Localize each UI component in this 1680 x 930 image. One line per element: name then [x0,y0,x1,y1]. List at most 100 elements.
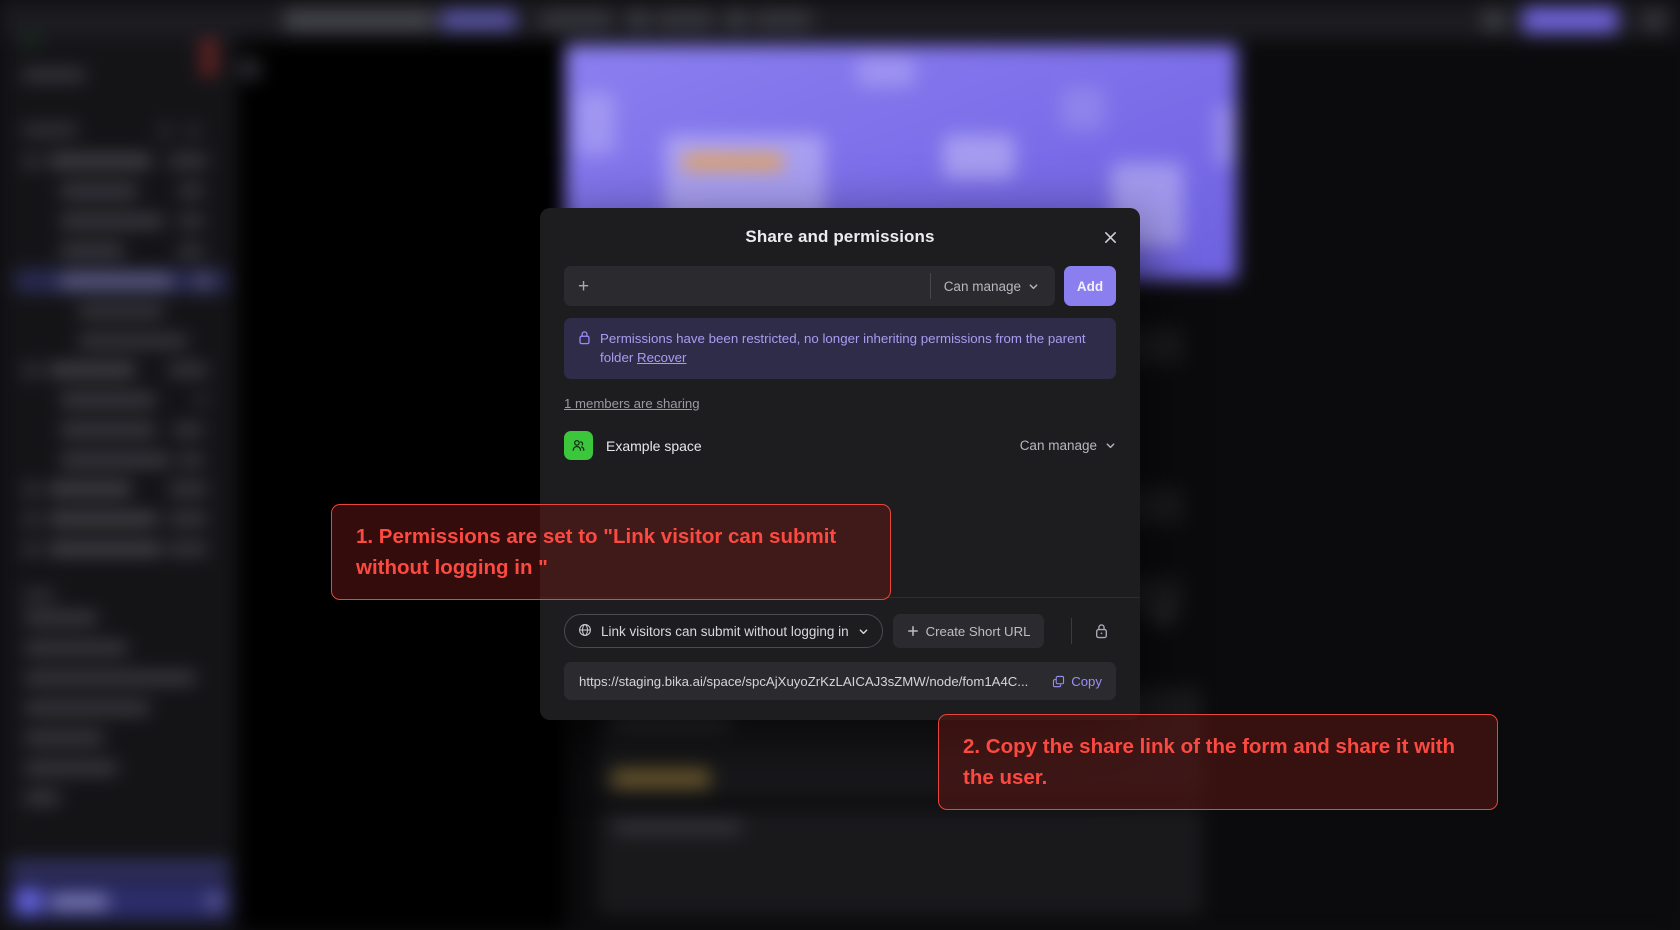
modal-header: Share and permissions [540,208,1140,266]
topbar-item-blur [540,10,612,30]
sidebar-item-icon [24,513,38,526]
sidebar-item-icon [24,155,38,168]
sidebar-item-text [24,612,98,624]
sidebar-item-meta [168,483,208,495]
sidebar-subitem-text [60,245,124,257]
topbar-icon-blur [628,10,648,30]
modal-title: Share and permissions [745,227,935,246]
invite-row: + Can manage Add [564,266,1116,306]
sidebar-subitem-text [60,215,164,227]
sidebar-more-blur [186,124,200,138]
breadcrumb-blur [284,10,434,30]
notification-badge-blur [200,38,218,56]
lock-icon [578,330,591,350]
sidebar-subitem-meta [196,394,206,406]
sidebar-subitem-text [60,185,138,197]
app-root: Share and permissions + Can manage Add P… [0,0,1680,930]
sidebar-section-header [22,590,56,600]
sidebar-footer-text [50,896,108,908]
footer-divider [1071,618,1072,644]
sidebar [0,0,238,930]
sidebar-footer-blur[interactable] [8,880,230,920]
copy-link-button[interactable]: Copy [1052,674,1102,689]
sidebar-item-icon [24,543,38,556]
topbar-icon-blur [726,10,746,30]
panel-toggle-icon[interactable] [239,58,261,80]
hero-card [1061,87,1105,131]
sidebar-item-text [24,732,104,744]
modal-footer: Link visitors can submit without logging… [540,597,1140,720]
close-icon[interactable] [1096,223,1124,251]
plus-icon: + [578,275,590,297]
sidebar-subitem-meta [178,245,204,257]
sidebar-subitem-meta [172,424,204,436]
invite-permission-select[interactable]: Can manage [929,273,1051,299]
chevron-down-icon [1106,443,1115,449]
lock-icon[interactable] [1086,616,1116,646]
sidebar-active-meta [196,274,210,288]
sidebar-footer-icon [18,890,40,912]
topbar-item-blur [656,10,714,30]
sidebar-item-icon [24,483,38,496]
member-name: Example space [606,437,702,454]
topbar-more-blur [1646,10,1662,30]
topbar-help-blur [1482,10,1506,30]
sidebar-item-text [48,364,136,376]
annotation-callout-1: 1. Permissions are set to "Link visitor … [331,504,891,600]
share-url-row: https://staging.bika.ai/space/spcAjXuyoZ… [564,662,1116,700]
canvas-left-strip [238,40,565,930]
globe-icon [578,623,592,640]
sidebar-item-meta [168,155,208,167]
create-short-url-button[interactable]: Create Short URL [892,614,1045,648]
sidebar-footer-action [208,894,222,908]
sidebar-subitem-meta [178,185,204,197]
topbar-item-blur [754,10,812,30]
sidebar-item-text [24,702,150,714]
sidebar-item-meta [168,513,208,525]
share-permissions-modal: Share and permissions + Can manage Add P… [540,208,1140,720]
notification-badge2-blur [200,58,218,76]
member-permission-label: Can manage [1019,438,1097,453]
hero-card [943,135,1015,179]
sidebar-item-meta [168,364,208,376]
annotation-callout-2: 2. Copy the share link of the form and s… [938,714,1498,810]
hero-card [577,93,615,155]
plus-icon [907,626,918,636]
form-field-action[interactable] [1152,604,1174,626]
sidebar-item-text [24,642,128,654]
invite-input-wrapper[interactable]: + Can manage [564,266,1055,306]
sidebar-header-blur [22,124,78,136]
member-permission-select[interactable]: Can manage [1020,438,1116,453]
member-row: Example space Can manage [564,431,1116,460]
share-url-text[interactable]: https://staging.bika.ai/space/spcAjXuyoZ… [579,674,1042,689]
sidebar-item-text [48,543,162,555]
topbar [0,0,1680,40]
sidebar-active-text [60,275,172,287]
link-visibility-select[interactable]: Link visitors can submit without logging… [564,614,883,648]
sidebar-subitem-meta [178,454,204,466]
form-required-chip [612,768,710,788]
copy-icon [1053,675,1065,687]
form-question-label [614,822,742,833]
sidebar-item-icon [24,364,38,377]
sidebar-subitem-text [60,394,156,406]
sidebar-item-text [24,762,118,774]
sidebar-section-blur [22,69,86,81]
hero-card [857,57,915,87]
members-sharing-count[interactable]: 1 members are sharing [564,396,700,411]
add-button[interactable]: Add [1064,266,1116,306]
sidebar-subitem-text [78,335,188,347]
invite-permission-label: Can manage [943,278,1021,294]
recover-link[interactable]: Recover [637,350,687,365]
permissions-restricted-notice: Permissions have been restricted, no lon… [564,318,1116,379]
sidebar-item-text [24,792,60,804]
sidebar-item-text [24,672,196,684]
group-avatar-icon [564,431,593,460]
topbar-share-button-blur[interactable] [1522,7,1618,33]
sidebar-progress-blur [8,862,230,874]
link-visibility-label: Link visitors can submit without logging… [601,623,849,639]
sidebar-item-text [48,513,158,525]
hero-card [1215,105,1235,165]
sidebar-add-blur [158,124,172,138]
notice-text: Permissions have been restricted, no lon… [600,329,1102,367]
